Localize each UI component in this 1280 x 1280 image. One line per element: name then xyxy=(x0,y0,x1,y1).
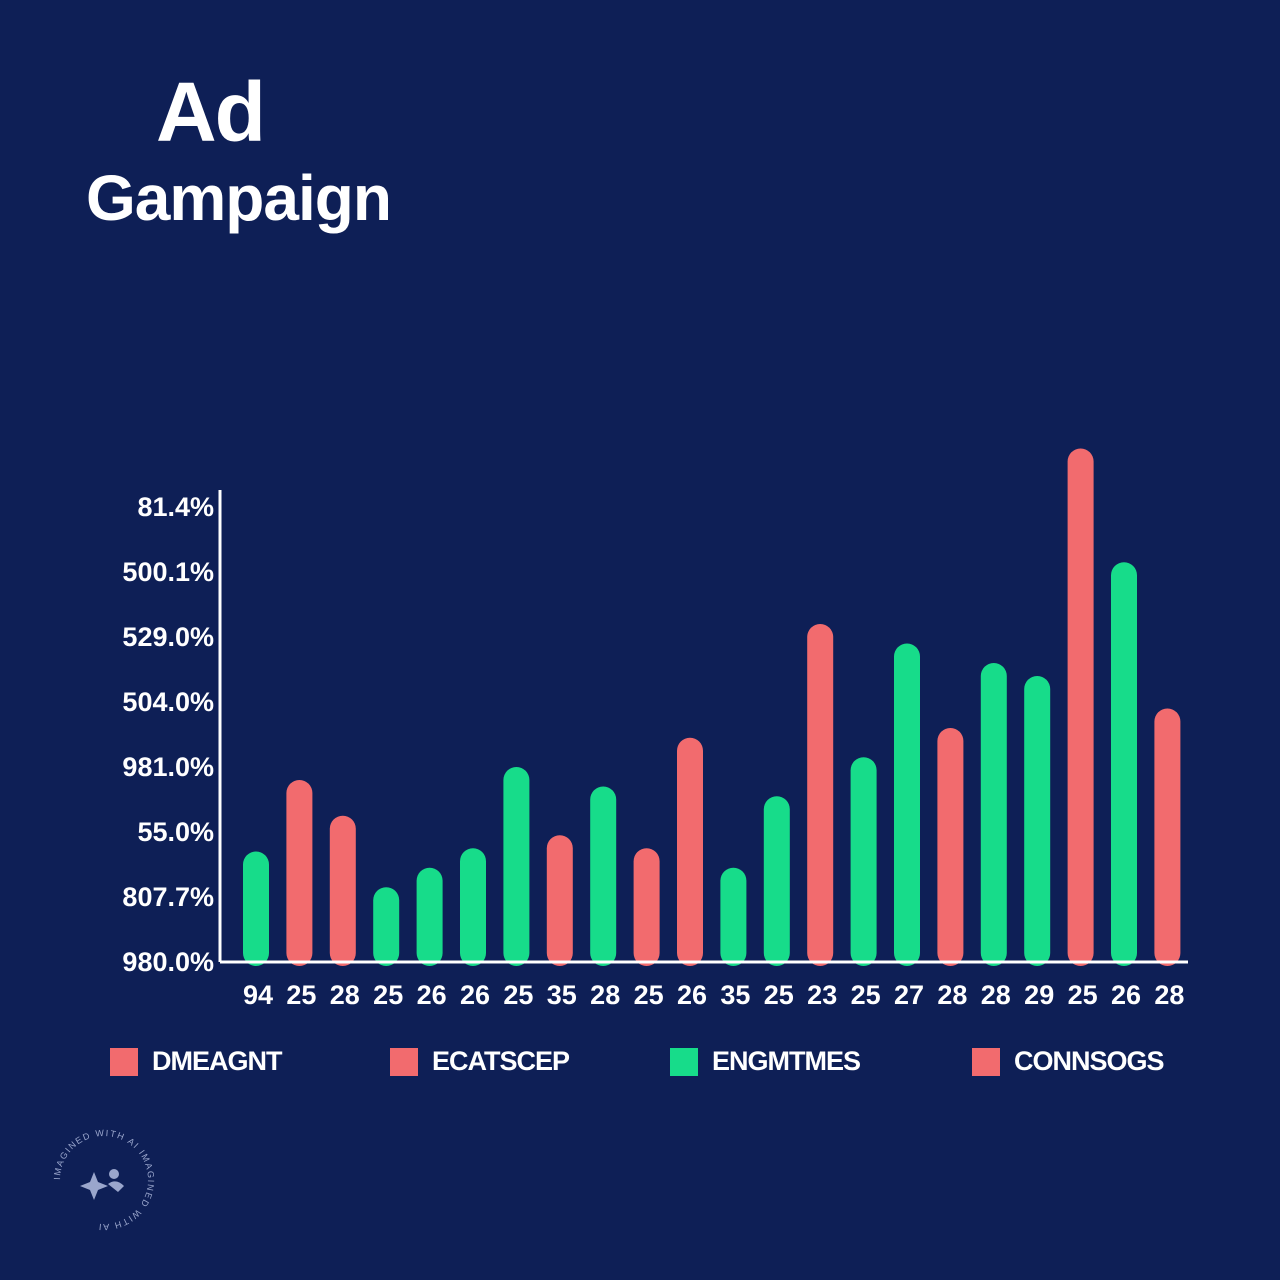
legend-item-dmeagnt: DMEAGNT xyxy=(110,1046,282,1077)
legend-label: ENGMTMES xyxy=(712,1046,861,1076)
x-tick-label: 28 xyxy=(330,980,360,1010)
x-tick-label: 28 xyxy=(1154,980,1184,1010)
y-tick-label: 980.0% xyxy=(122,947,214,977)
bar xyxy=(980,663,1007,966)
x-tick-label: 25 xyxy=(373,980,403,1010)
y-tick-label: 981.0% xyxy=(122,752,214,782)
bar xyxy=(850,757,877,966)
bar xyxy=(1024,676,1051,966)
x-tick-label: 35 xyxy=(547,980,577,1010)
sparkle-shape-icon xyxy=(108,1181,124,1192)
bar xyxy=(546,835,573,966)
x-tick-label: 35 xyxy=(720,980,750,1010)
bar xyxy=(373,887,400,966)
x-tick-label: 28 xyxy=(981,980,1011,1010)
legend-item-connsogs: CONNSOGS xyxy=(972,1046,1165,1077)
bar xyxy=(1111,562,1137,966)
y-tick-label: 529.0% xyxy=(122,622,214,652)
bar xyxy=(286,780,313,966)
legend-swatch xyxy=(670,1047,698,1076)
bar xyxy=(1067,448,1094,966)
y-tick-label: 81.4% xyxy=(137,492,214,522)
bar xyxy=(720,867,747,966)
y-axis-tick-labels: 81.4% 500.1% 529.0% 504.0% 981.0% 55.0% 807.7%… xyxy=(122,492,214,977)
x-tick-label: 25 xyxy=(1068,980,1098,1010)
x-tick-label: 26 xyxy=(1111,980,1141,1010)
x-tick-label: 28 xyxy=(590,980,620,1010)
y-tick-label: 500.1% xyxy=(122,557,214,587)
x-tick-label: 25 xyxy=(503,980,533,1010)
bar xyxy=(1154,708,1181,966)
x-tick-label: 27 xyxy=(894,980,924,1010)
x-tick-label: 25 xyxy=(634,980,664,1010)
y-tick-label: 807.7% xyxy=(122,882,214,912)
legend-swatch xyxy=(390,1047,418,1076)
bar xyxy=(503,767,530,966)
x-tick-label: 26 xyxy=(417,980,447,1010)
x-tick-label: 25 xyxy=(286,980,316,1010)
bar xyxy=(590,786,617,966)
bar xyxy=(677,737,703,966)
x-tick-label: 25 xyxy=(764,980,794,1010)
legend: DMEAGNT ECATSCEP ENGMTMES CONNSOGS xyxy=(0,1046,1280,1086)
bar xyxy=(894,643,920,966)
bar xyxy=(633,848,660,966)
bar xyxy=(329,815,356,966)
sparkle-icon xyxy=(80,1172,108,1200)
watermark-text: IMAGINED WITH AI IMAGINED WITH AI xyxy=(52,1128,156,1232)
bar xyxy=(937,728,964,966)
legend-swatch xyxy=(972,1047,1000,1076)
legend-label: CONNSOGS xyxy=(1014,1046,1165,1076)
bar xyxy=(807,624,834,966)
x-tick-label: 23 xyxy=(807,980,837,1010)
y-tick-label: 55.0% xyxy=(137,817,214,847)
bar xyxy=(460,848,486,966)
x-tick-label: 28 xyxy=(937,980,967,1010)
legend-item-ecatscep: ECATSCEP xyxy=(390,1046,570,1077)
x-tick-label: 94 xyxy=(243,980,273,1010)
bar xyxy=(416,867,443,966)
x-tick-label: 26 xyxy=(677,980,707,1010)
x-axis-tick-labels: 94 25 28 25 26 26 25 35 28 25 26 35 25 23 25 27 28 28 29 25… xyxy=(243,980,1184,1010)
legend-item-engmtmes: ENGMTMES xyxy=(670,1046,861,1077)
sparkle-dot-icon xyxy=(109,1169,119,1179)
x-tick-label: 26 xyxy=(460,980,490,1010)
y-tick-label: 504.0% xyxy=(122,687,214,717)
legend-label: DMEAGNT xyxy=(152,1046,282,1076)
ai-watermark-badge: IMAGINED WITH AI IMAGINED WITH AI xyxy=(52,1128,156,1232)
x-tick-label: 29 xyxy=(1024,980,1054,1010)
x-tick-label: 25 xyxy=(851,980,881,1010)
bars xyxy=(243,448,1181,966)
legend-swatch xyxy=(110,1047,138,1076)
bar xyxy=(243,851,269,966)
bar xyxy=(763,796,790,966)
legend-label: ECATSCEP xyxy=(432,1046,570,1076)
bar-chart: 81.4% 500.1% 529.0% 504.0% 981.0% 55.0% 807.7%… xyxy=(122,448,1188,1010)
